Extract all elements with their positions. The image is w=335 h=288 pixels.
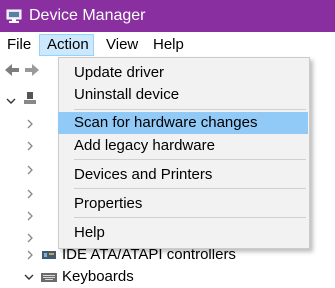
- menu-item-label: Uninstall device: [74, 86, 180, 103]
- back-arrow-icon[interactable]: [2, 60, 22, 80]
- keyboard-icon: [41, 273, 57, 282]
- menu-item-label: Help: [74, 224, 105, 241]
- menu-item-uninstall-device[interactable]: Uninstall device: [59, 84, 309, 106]
- menu-separator: [74, 109, 306, 110]
- menu-item-scan-for-hardware-changes[interactable]: Scan for hardware changes: [58, 112, 308, 134]
- chevron-right-icon[interactable]: [25, 119, 35, 129]
- tree-item-keyboards[interactable]: Keyboards: [0, 266, 335, 288]
- chevron-down-icon[interactable]: [6, 96, 16, 106]
- menu-help[interactable]: Help: [153, 35, 184, 55]
- menu-file[interactable]: File: [7, 35, 31, 55]
- window-title: Device Manager: [29, 7, 146, 24]
- menu-item-label: Add legacy hardware: [74, 137, 215, 154]
- menu-item-label: Devices and Printers: [74, 166, 213, 183]
- device-manager-icon: [6, 9, 22, 23]
- chevron-right-icon[interactable]: [25, 211, 35, 221]
- tree-item-label: Keyboards: [62, 268, 134, 285]
- menu-item-label: Scan for hardware changes: [74, 114, 258, 131]
- menu-item-label: Update driver: [74, 64, 165, 81]
- menu-item-properties[interactable]: Properties: [59, 193, 309, 215]
- chevron-right-icon[interactable]: [25, 165, 35, 175]
- menu-separator: [74, 188, 306, 189]
- chevron-right-icon[interactable]: [25, 189, 35, 199]
- menu-separator: [74, 217, 306, 218]
- action-menu-dropdown: Update driver Uninstall device Scan for …: [58, 57, 310, 249]
- menu-bar: File Action View Help: [0, 32, 335, 57]
- menu-item-devices-and-printers[interactable]: Devices and Printers: [59, 164, 309, 186]
- menu-item-label: Properties: [74, 195, 143, 212]
- menu-item-help[interactable]: Help: [59, 222, 309, 244]
- menu-separator: [74, 159, 306, 160]
- chevron-down-icon[interactable]: [24, 272, 34, 282]
- computer-icon: [24, 92, 36, 104]
- title-bar: Device Manager: [0, 0, 335, 32]
- forward-arrow-icon[interactable]: [22, 60, 42, 80]
- menu-action[interactable]: Action: [39, 34, 94, 56]
- menu-item-add-legacy-hardware[interactable]: Add legacy hardware: [59, 135, 309, 157]
- ide-controller-icon: [42, 251, 56, 259]
- chevron-right-icon[interactable]: [25, 233, 35, 243]
- menu-view[interactable]: View: [106, 35, 138, 55]
- chevron-right-icon[interactable]: [25, 141, 35, 151]
- chevron-right-icon[interactable]: [25, 250, 35, 260]
- menu-item-update-driver[interactable]: Update driver: [59, 62, 309, 84]
